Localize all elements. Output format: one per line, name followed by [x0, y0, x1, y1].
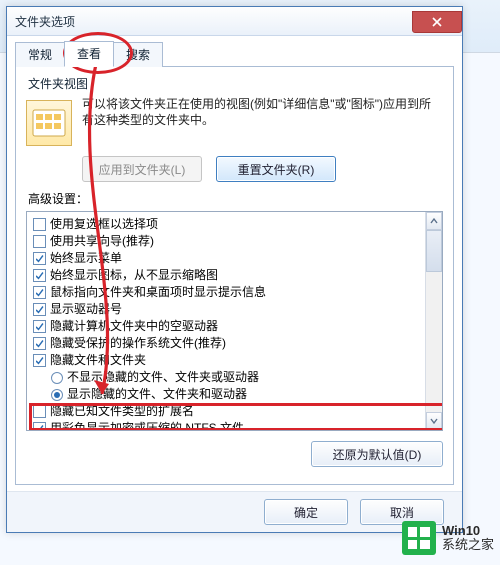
tab-strip: 常规 查看 搜索 [15, 42, 454, 67]
advanced-item-10[interactable]: 显示隐藏的文件、文件夹和驱动器 [33, 386, 440, 403]
apply-to-folders-label: 应用到文件夹(L) [99, 161, 186, 178]
watermark-logo-icon [402, 521, 436, 555]
window-title: 文件夹选项 [7, 13, 75, 30]
advanced-item-4[interactable]: 鼠标指向文件夹和桌面项时显示提示信息 [33, 284, 440, 301]
tab-general[interactable]: 常规 [15, 42, 65, 67]
advanced-item-label: 使用共享向导(推荐) [50, 233, 154, 250]
advanced-item-7[interactable]: 隐藏受保护的操作系统文件(推荐) [33, 335, 440, 352]
advanced-item-2[interactable]: 始终显示菜单 [33, 250, 440, 267]
tab-search-label: 搜索 [126, 48, 150, 62]
checkbox-icon[interactable] [33, 405, 46, 418]
advanced-item-label: 隐藏文件和文件夹 [50, 352, 146, 369]
advanced-item-label: 显示隐藏的文件、文件夹和驱动器 [67, 386, 247, 403]
advanced-item-1[interactable]: 使用共享向导(推荐) [33, 233, 440, 250]
list-scrollbar[interactable] [425, 212, 442, 430]
tab-pane-view: 文件夹视图 可以将该文件夹正在使用的视图(例如"详细信息"或"图标")应用到所有… [15, 67, 454, 485]
watermark: Win10 系统之家 [402, 521, 494, 555]
advanced-item-8[interactable]: 隐藏文件和文件夹 [33, 352, 440, 369]
checkbox-icon[interactable] [33, 337, 46, 350]
tab-view[interactable]: 查看 [64, 41, 114, 67]
titlebar: 文件夹选项 [7, 7, 462, 36]
advanced-item-label: 隐藏计算机文件夹中的空驱动器 [50, 318, 218, 335]
checkbox-icon[interactable] [33, 286, 46, 299]
reset-folders-button[interactable]: 重置文件夹(R) [216, 156, 336, 182]
scroll-thumb[interactable] [426, 230, 442, 272]
checkbox-icon[interactable] [33, 422, 46, 431]
radio-icon[interactable] [51, 389, 63, 401]
tab-general-label: 常规 [28, 48, 52, 62]
watermark-line2: 系统之家 [442, 537, 494, 552]
advanced-item-label: 始终显示菜单 [50, 250, 122, 267]
scroll-up-button[interactable] [426, 212, 442, 230]
advanced-item-0[interactable]: 使用复选框以选择项 [33, 216, 440, 233]
advanced-item-label: 显示驱动器号 [50, 301, 122, 318]
ok-button[interactable]: 确定 [264, 499, 348, 525]
advanced-item-label: 始终显示图标，从不显示缩略图 [50, 267, 218, 284]
folder-options-dialog: 文件夹选项 常规 查看 搜索 文件夹视图 可以将该文件夹正在使用的视图(例如"详… [6, 6, 463, 533]
checkbox-icon[interactable] [33, 235, 46, 248]
checkbox-icon[interactable] [33, 218, 46, 231]
advanced-item-label: 鼠标指向文件夹和桌面项时显示提示信息 [50, 284, 266, 301]
checkbox-icon[interactable] [33, 303, 46, 316]
advanced-item-12[interactable]: 用彩色显示加密或压缩的 NTFS 文件 [33, 420, 440, 431]
advanced-item-5[interactable]: 显示驱动器号 [33, 301, 440, 318]
chevron-down-icon [430, 417, 438, 425]
advanced-settings-list[interactable]: 使用复选框以选择项使用共享向导(推荐)始终显示菜单始终显示图标，从不显示缩略图鼠… [26, 211, 443, 431]
tab-view-label: 查看 [77, 47, 101, 61]
apply-to-folders-button: 应用到文件夹(L) [82, 156, 202, 182]
checkbox-icon[interactable] [33, 354, 46, 367]
restore-defaults-button[interactable]: 还原为默认值(D) [311, 441, 443, 467]
scroll-down-button[interactable] [426, 412, 442, 430]
checkbox-icon[interactable] [33, 269, 46, 282]
advanced-item-6[interactable]: 隐藏计算机文件夹中的空驱动器 [33, 318, 440, 335]
folder-view-desc: 可以将该文件夹正在使用的视图(例如"详细信息"或"图标")应用到所有这种类型的文… [82, 94, 443, 146]
cancel-label: 取消 [390, 504, 414, 521]
watermark-text: Win10 系统之家 [442, 524, 494, 552]
advanced-item-label: 用彩色显示加密或压缩的 NTFS 文件 [50, 420, 244, 431]
chevron-up-icon [430, 217, 438, 225]
advanced-item-label: 不显示隐藏的文件、文件夹或驱动器 [67, 369, 259, 386]
checkbox-icon[interactable] [33, 320, 46, 333]
advanced-item-9[interactable]: 不显示隐藏的文件、文件夹或驱动器 [33, 369, 440, 386]
checkbox-icon[interactable] [33, 252, 46, 265]
folder-view-row: 可以将该文件夹正在使用的视图(例如"详细信息"或"图标")应用到所有这种类型的文… [26, 94, 443, 146]
folder-view-icon [26, 100, 72, 146]
restore-defaults-label: 还原为默认值(D) [333, 446, 422, 463]
radio-icon[interactable] [51, 372, 63, 384]
ok-label: 确定 [294, 504, 318, 521]
reset-folders-label: 重置文件夹(R) [238, 161, 315, 178]
advanced-item-label: 隐藏已知文件类型的扩展名 [50, 403, 194, 420]
close-icon [432, 17, 442, 27]
advanced-item-3[interactable]: 始终显示图标，从不显示缩略图 [33, 267, 440, 284]
advanced-settings-label: 高级设置： [28, 190, 443, 207]
advanced-item-label: 使用复选框以选择项 [50, 216, 158, 233]
watermark-line1: Win10 [442, 523, 480, 538]
dialog-footer: 确定 取消 [7, 491, 462, 532]
tab-search[interactable]: 搜索 [113, 42, 163, 67]
folder-view-buttons: 应用到文件夹(L) 重置文件夹(R) [82, 156, 443, 182]
advanced-item-label: 隐藏受保护的操作系统文件(推荐) [50, 335, 226, 352]
close-button[interactable] [412, 11, 462, 33]
advanced-item-11[interactable]: 隐藏已知文件类型的扩展名 [33, 403, 440, 420]
folder-view-group-label: 文件夹视图 [28, 75, 443, 92]
